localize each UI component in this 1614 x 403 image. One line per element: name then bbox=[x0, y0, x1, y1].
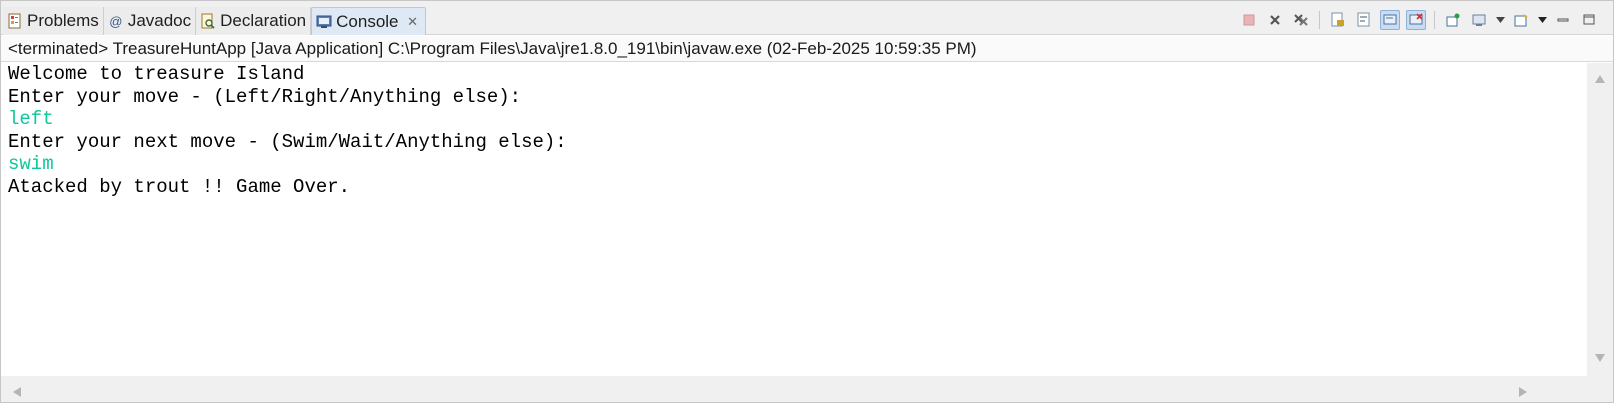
scroll-up-icon[interactable] bbox=[1595, 70, 1605, 83]
pin-console-icon[interactable] bbox=[1443, 10, 1463, 30]
tab-label: Problems bbox=[27, 11, 99, 30]
tab-label: Javadoc bbox=[127, 11, 192, 30]
view-tab-bar: Problems @ Javadoc Declaration Console ✕ bbox=[1, 1, 1613, 35]
tab-declaration[interactable]: Declaration bbox=[196, 7, 312, 35]
view-menu-icon[interactable] bbox=[1537, 10, 1547, 30]
tab-console[interactable]: Console ✕ bbox=[311, 7, 426, 35]
tab-list: Problems @ Javadoc Declaration Console ✕ bbox=[3, 7, 426, 35]
display-selected-console-icon[interactable] bbox=[1469, 10, 1489, 30]
console-toolbar bbox=[1239, 10, 1599, 30]
vertical-scrollbar[interactable] bbox=[1587, 63, 1613, 376]
javadoc-icon: @ bbox=[109, 13, 123, 29]
toolbar-separator bbox=[1319, 11, 1320, 29]
close-icon[interactable]: ✕ bbox=[407, 14, 419, 30]
horizontal-scrollbar[interactable] bbox=[1, 376, 1587, 402]
scroll-lock-icon[interactable] bbox=[1328, 10, 1348, 30]
declaration-icon bbox=[200, 13, 216, 29]
terminate-icon[interactable] bbox=[1239, 10, 1259, 30]
console-output[interactable]: Welcome to treasure Island Enter your mo… bbox=[1, 63, 1587, 376]
minimize-icon[interactable] bbox=[1553, 10, 1573, 30]
show-on-stderr-icon[interactable] bbox=[1406, 10, 1426, 30]
problems-icon bbox=[7, 13, 23, 29]
tab-javadoc[interactable]: @ Javadoc bbox=[103, 7, 197, 35]
open-console-icon[interactable] bbox=[1511, 10, 1531, 30]
tab-problems[interactable]: Problems bbox=[3, 7, 104, 35]
remove-launch-icon[interactable] bbox=[1265, 10, 1285, 30]
tab-label: Console bbox=[336, 11, 399, 31]
scroll-down-icon[interactable] bbox=[1595, 349, 1605, 362]
word-wrap-icon[interactable] bbox=[1354, 10, 1374, 30]
console-line: Enter your move - (Left/Right/Anything e… bbox=[8, 85, 522, 108]
console-input-line: left bbox=[8, 108, 54, 130]
toolbar-separator bbox=[1434, 11, 1435, 29]
tab-label: Declaration bbox=[220, 11, 307, 30]
show-on-stdout-icon[interactable] bbox=[1380, 10, 1400, 30]
chevron-down-icon[interactable] bbox=[1495, 10, 1505, 30]
console-view: Problems @ Javadoc Declaration Console ✕ bbox=[0, 0, 1614, 403]
launch-status-label: <terminated> TreasureHuntApp [Java Appli… bbox=[1, 36, 1613, 62]
console-line: Atacked by trout !! Game Over. bbox=[8, 175, 351, 198]
remove-all-terminated-icon[interactable] bbox=[1291, 10, 1311, 30]
console-line: Enter your next move - (Swim/Wait/Anythi… bbox=[8, 130, 567, 153]
scroll-right-icon[interactable] bbox=[1519, 384, 1527, 402]
console-line: Welcome to treasure Island bbox=[8, 63, 305, 85]
console-input-line: swim bbox=[8, 153, 54, 175]
maximize-icon[interactable] bbox=[1579, 10, 1599, 30]
console-icon bbox=[316, 14, 332, 30]
scrollbar-corner bbox=[1587, 376, 1613, 402]
scroll-left-icon[interactable] bbox=[13, 384, 21, 402]
